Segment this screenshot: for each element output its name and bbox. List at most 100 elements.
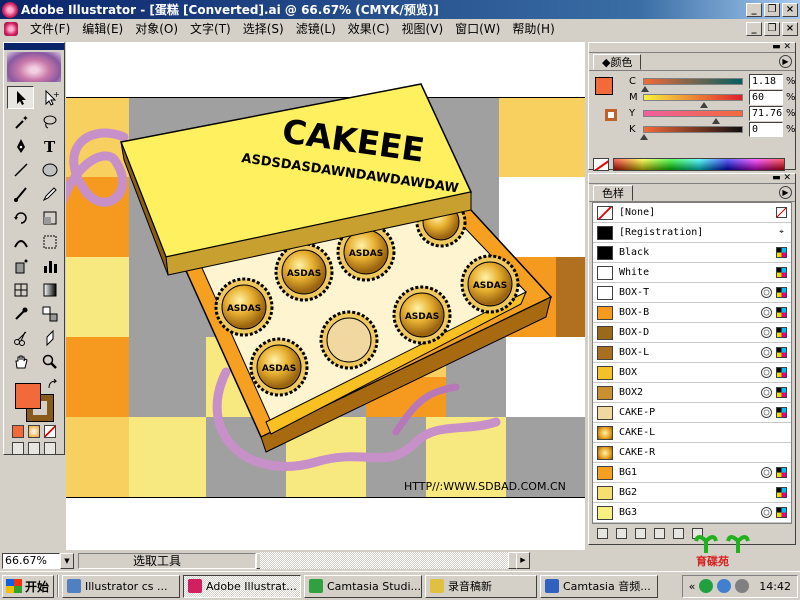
free-transform-tool[interactable] bbox=[36, 230, 63, 253]
swatch-list[interactable]: [None] [Registration] ⌖ Black White BOX-T BOX-… bbox=[592, 202, 792, 524]
panel-collapse-icon[interactable]: ▬ ✕ bbox=[772, 43, 791, 52]
show-pattern-swatches-button[interactable] bbox=[654, 527, 665, 539]
cyan-input[interactable]: 1.18 bbox=[749, 73, 783, 89]
swatches-panel-menu-button[interactable]: ▶ bbox=[779, 186, 792, 199]
cyan-slider[interactable] bbox=[641, 77, 743, 92]
warp-tool[interactable] bbox=[7, 230, 34, 253]
swap-arrow-icon[interactable] bbox=[47, 379, 59, 391]
minimize-button[interactable]: _ bbox=[746, 2, 762, 17]
swatch-row[interactable]: BOX bbox=[593, 363, 791, 383]
swatch-row[interactable]: BOX-D bbox=[593, 323, 791, 343]
menu-select[interactable]: 选择(S) bbox=[237, 20, 290, 37]
swatches-panel-titlebar[interactable]: ▬ ✕ bbox=[589, 174, 795, 184]
rotate-tool[interactable] bbox=[7, 206, 34, 229]
horizontal-scrollbar[interactable]: ▶ bbox=[260, 552, 530, 569]
mesh-tool[interactable] bbox=[7, 278, 34, 301]
magenta-input[interactable]: 60 bbox=[749, 89, 783, 105]
slice-tool[interactable] bbox=[7, 326, 34, 349]
yellow-slider[interactable] bbox=[643, 109, 743, 124]
swatch-row[interactable]: BG1 bbox=[593, 463, 791, 483]
doc-minimize-button[interactable]: _ bbox=[746, 21, 762, 36]
current-tool-display[interactable]: 选取工具 bbox=[78, 552, 256, 569]
swatch-row[interactable]: BOX2 bbox=[593, 383, 791, 403]
swatch-row[interactable]: [Registration] ⌖ bbox=[593, 223, 791, 243]
start-button[interactable]: 开始 bbox=[2, 574, 54, 598]
symbol-sprayer-tool[interactable] bbox=[7, 254, 34, 277]
show-color-swatches-button[interactable] bbox=[616, 527, 627, 539]
pencil-tool[interactable] bbox=[36, 182, 63, 205]
volume-tray-icon[interactable] bbox=[735, 579, 750, 593]
full-screen-menu-mode-button[interactable] bbox=[28, 442, 40, 455]
panel-collapse-icon[interactable]: ▬ ✕ bbox=[772, 174, 791, 183]
swatch-row[interactable]: BG2 bbox=[593, 483, 791, 503]
scale-tool[interactable] bbox=[36, 206, 63, 229]
taskbar-button[interactable]: Illustrator cs ... bbox=[62, 574, 180, 598]
camtasia-tray-icon[interactable] bbox=[699, 579, 714, 593]
graph-tool[interactable] bbox=[36, 254, 63, 277]
swatch-row[interactable]: BOX-L bbox=[593, 343, 791, 363]
none-color-button[interactable] bbox=[593, 158, 609, 171]
fill-swatch[interactable] bbox=[15, 383, 41, 409]
magic-wand-tool[interactable]: ✦ bbox=[7, 110, 34, 133]
restore-button[interactable]: ❐ bbox=[764, 2, 780, 17]
artboard-canvas[interactable]: ASDAS ASDAS ASDAS ASDAS ASDAS ASDAS CAKE… bbox=[66, 42, 585, 550]
close-button[interactable]: × bbox=[782, 2, 798, 17]
document-icon[interactable] bbox=[4, 21, 18, 36]
taskbar-button[interactable]: 录音稿新 bbox=[425, 574, 537, 598]
tab-color[interactable]: ◆颜色 bbox=[593, 53, 642, 70]
gradient-mode-button[interactable] bbox=[28, 425, 40, 438]
scroll-right-button[interactable]: ▶ bbox=[516, 552, 530, 569]
tab-swatches[interactable]: 色样 bbox=[593, 184, 633, 201]
yellow-input[interactable]: 71.76 bbox=[749, 105, 783, 121]
menu-help[interactable]: 帮助(H) bbox=[506, 20, 560, 37]
doc-close-button[interactable]: × bbox=[782, 21, 798, 36]
taskbar-button[interactable]: Camtasia Studi... bbox=[304, 574, 422, 598]
selection-tool[interactable] bbox=[7, 86, 34, 109]
network-tray-icon[interactable] bbox=[717, 579, 732, 593]
title-bar[interactable]: Adobe Illustrator - [蛋糕 [Converted].ai @… bbox=[0, 0, 800, 19]
lasso-tool[interactable] bbox=[36, 110, 63, 133]
stroke-color-swatch[interactable] bbox=[605, 109, 617, 121]
swatch-row[interactable]: White bbox=[593, 263, 791, 283]
tray-expand-icon[interactable]: « bbox=[689, 580, 696, 593]
paintbrush-tool[interactable] bbox=[7, 182, 34, 205]
taskbar-button[interactable]: Camtasia 音频... bbox=[540, 574, 658, 598]
show-gradient-swatches-button[interactable] bbox=[635, 527, 646, 539]
swatch-row[interactable]: Black bbox=[593, 243, 791, 263]
magenta-slider[interactable] bbox=[643, 93, 743, 108]
new-swatch-button[interactable] bbox=[673, 527, 684, 539]
type-tool[interactable]: T bbox=[36, 134, 63, 157]
swatch-row[interactable]: [None] bbox=[593, 203, 791, 223]
direct-selection-tool[interactable]: + bbox=[36, 86, 63, 109]
toolbox-titlebar[interactable] bbox=[4, 43, 64, 50]
menu-edit[interactable]: 编辑(E) bbox=[76, 20, 129, 37]
menu-file[interactable]: 文件(F) bbox=[24, 20, 76, 37]
none-mode-button[interactable] bbox=[44, 425, 56, 438]
line-tool[interactable] bbox=[7, 158, 34, 181]
swatch-row[interactable]: BOX-T bbox=[593, 283, 791, 303]
pen-tool[interactable] bbox=[7, 134, 34, 157]
swatch-row[interactable]: BOX-B bbox=[593, 303, 791, 323]
color-panel-menu-button[interactable]: ▶ bbox=[779, 55, 792, 68]
black-slider[interactable] bbox=[640, 125, 743, 140]
menu-window[interactable]: 窗口(W) bbox=[449, 20, 506, 37]
knife-tool[interactable] bbox=[36, 326, 63, 349]
black-input[interactable]: 0 bbox=[749, 121, 783, 137]
doc-restore-button[interactable]: ❐ bbox=[764, 21, 780, 36]
menu-object[interactable]: 对象(O) bbox=[129, 20, 184, 37]
menu-type[interactable]: 文字(T) bbox=[184, 20, 237, 37]
full-screen-mode-button[interactable] bbox=[44, 442, 56, 455]
color-panel-titlebar[interactable]: ▬ ✕ bbox=[589, 43, 795, 53]
black-slider-handle[interactable] bbox=[640, 133, 648, 140]
taskbar-button[interactable]: Adobe Illustrat... bbox=[183, 574, 301, 598]
color-spectrum-bar[interactable] bbox=[613, 158, 785, 171]
menu-effect[interactable]: 效果(C) bbox=[342, 20, 396, 37]
gradient-tool[interactable] bbox=[36, 278, 63, 301]
swatch-row[interactable]: CAKE-P bbox=[593, 403, 791, 423]
standard-screen-mode-button[interactable] bbox=[12, 442, 24, 455]
swatch-row[interactable]: BG3 bbox=[593, 503, 791, 523]
venus-logo[interactable] bbox=[7, 52, 61, 82]
show-all-swatches-button[interactable] bbox=[597, 527, 608, 539]
hand-tool[interactable] bbox=[7, 350, 34, 373]
eyedropper-tool[interactable] bbox=[7, 302, 34, 325]
